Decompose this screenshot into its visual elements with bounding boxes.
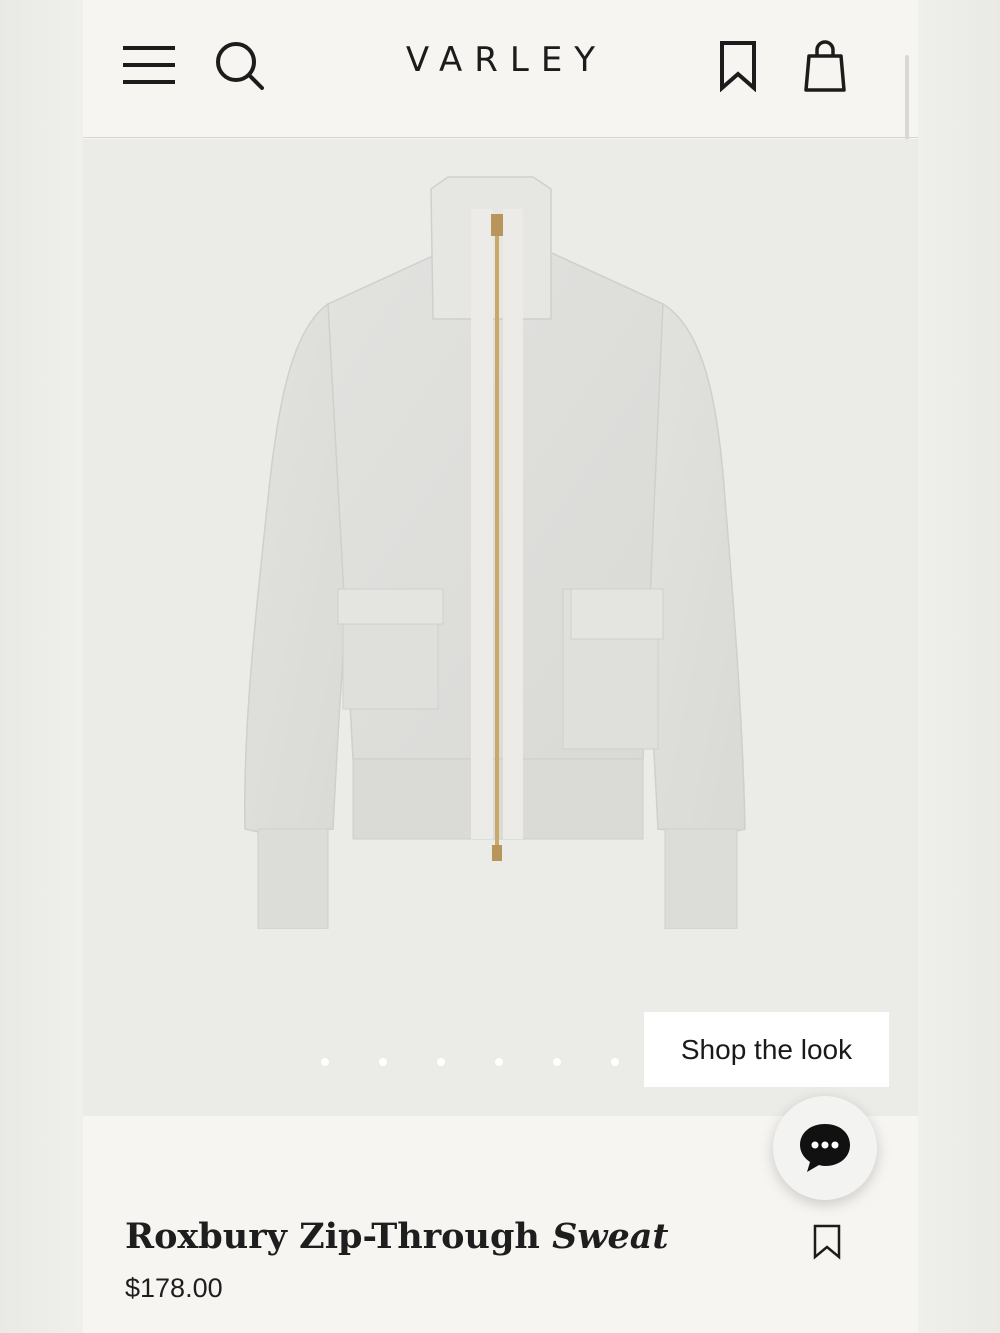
brand-logo[interactable]: VARLEY bbox=[83, 40, 918, 80]
mobile-page: VARLEY Shop the look Roxbury Zip-Through… bbox=[83, 0, 918, 1333]
gallery-dot[interactable] bbox=[611, 1058, 619, 1066]
bookmark-icon[interactable] bbox=[813, 1224, 841, 1260]
product-title-accent: Sweat bbox=[552, 1216, 669, 1257]
product-image bbox=[244, 176, 746, 929]
product-title-main: Roxbury Zip-Through bbox=[125, 1216, 553, 1257]
product-title: Roxbury Zip-Through Sweat bbox=[125, 1216, 669, 1257]
gallery-pagination-dots bbox=[321, 1058, 619, 1068]
chat-button[interactable] bbox=[773, 1096, 877, 1200]
gallery-dot[interactable] bbox=[437, 1058, 445, 1066]
gallery-dot[interactable] bbox=[495, 1058, 503, 1066]
site-header: VARLEY bbox=[83, 0, 918, 335]
gallery-dot[interactable] bbox=[321, 1058, 329, 1066]
chat-bubble-icon bbox=[800, 1124, 850, 1172]
product-image-gallery[interactable]: Shop the look bbox=[83, 139, 918, 1116]
gallery-dot[interactable] bbox=[379, 1058, 387, 1066]
gallery-dot[interactable] bbox=[553, 1058, 561, 1066]
shopping-bag-icon[interactable] bbox=[803, 40, 847, 94]
product-price: $178.00 bbox=[125, 1273, 223, 1303]
bookmark-icon[interactable] bbox=[719, 40, 757, 92]
shop-the-look-button[interactable]: Shop the look bbox=[644, 1012, 889, 1087]
